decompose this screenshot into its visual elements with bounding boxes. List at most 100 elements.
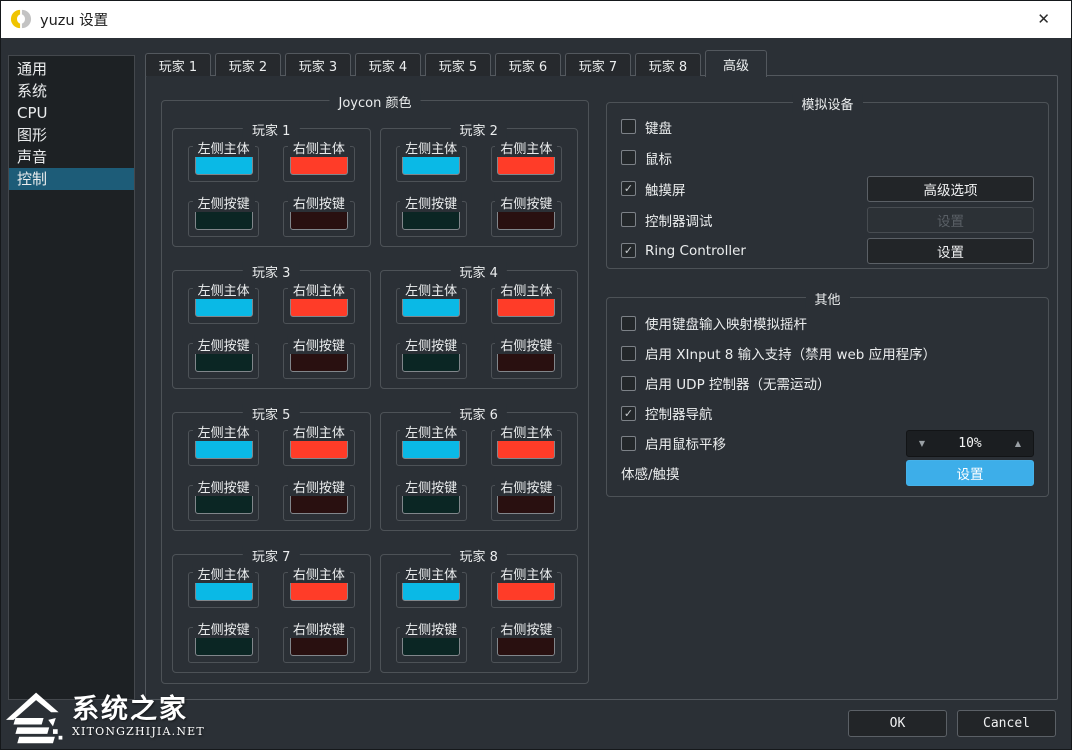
tab-player-7[interactable]: 玩家 7 bbox=[565, 53, 631, 76]
udp-controller-checkbox-label[interactable]: 启用 UDP 控制器（无需运动） bbox=[645, 373, 831, 393]
swatch-group-right-body: 右侧主体 bbox=[491, 572, 562, 608]
player-group-title-1: 玩家 1 bbox=[243, 120, 299, 139]
devices-row-mouse: 鼠标 bbox=[621, 142, 1034, 173]
emulate-analog-with-keyboard-checkbox[interactable] bbox=[621, 316, 636, 331]
controller-debug-checkbox[interactable] bbox=[621, 212, 636, 227]
sidebar-item-general[interactable]: 通用 bbox=[9, 58, 134, 80]
ring-controller-settings-button[interactable]: 设置 bbox=[867, 238, 1034, 264]
player-group-title-5: 玩家 5 bbox=[243, 404, 299, 423]
spin-down-icon[interactable]: ▼ bbox=[907, 439, 937, 448]
tab-player-2[interactable]: 玩家 2 bbox=[215, 53, 281, 76]
player-group-title-3: 玩家 3 bbox=[243, 262, 299, 281]
joycon-colors-group: Joycon 颜色 玩家 1左侧主体右侧主体左侧按键右侧按键玩家 2左侧主体右侧… bbox=[161, 100, 589, 684]
player-group-3: 玩家 3左侧主体右侧主体左侧按键右侧按键 bbox=[172, 270, 371, 389]
tab-player-8[interactable]: 玩家 8 bbox=[635, 53, 701, 76]
cancel-button[interactable]: Cancel bbox=[957, 710, 1056, 737]
swatch-label-left-body: 左侧主体 bbox=[400, 422, 462, 441]
other-row-motion-touch: 体感/触摸 设置 bbox=[621, 458, 1034, 488]
mouse-panning-checkbox-label[interactable]: 启用鼠标平移 bbox=[645, 433, 726, 453]
swatch-label-left-buttons: 左侧按键 bbox=[193, 193, 255, 212]
spin-up-icon[interactable]: ▲ bbox=[1003, 439, 1033, 448]
swatch-label-right-body: 右侧主体 bbox=[495, 422, 557, 441]
ring-controller-checkbox-label[interactable]: Ring Controller bbox=[645, 243, 746, 259]
emulate-analog-with-keyboard-checkbox-label[interactable]: 使用键盘输入映射模拟摇杆 bbox=[645, 313, 807, 333]
xinput8-checkbox[interactable] bbox=[621, 346, 636, 361]
player-group-2: 玩家 2左侧主体右侧主体左侧按键右侧按键 bbox=[380, 128, 579, 247]
swatch-group-left-buttons: 左侧按键 bbox=[188, 627, 259, 663]
player-group-8: 玩家 8左侧主体右侧主体左侧按键右侧按键 bbox=[380, 554, 579, 673]
swatch-group-left-buttons: 左侧按键 bbox=[188, 485, 259, 521]
swatch-group-left-body: 左侧主体 bbox=[396, 288, 467, 324]
swatch-label-left-buttons: 左侧按键 bbox=[193, 619, 255, 638]
devices-row-touchscreen: ✓ 触摸屏 高级选项 bbox=[621, 173, 1034, 204]
tab-player-1[interactable]: 玩家 1 bbox=[145, 53, 211, 76]
touchscreen-checkbox[interactable]: ✓ bbox=[621, 181, 636, 196]
sidebar-item-controls[interactable]: 控制 bbox=[9, 168, 134, 190]
sidebar-item-cpu[interactable]: CPU bbox=[9, 102, 134, 124]
watermark-title: 系统之家 bbox=[72, 696, 205, 724]
swatch-label-left-buttons: 左侧按键 bbox=[193, 335, 255, 354]
player-group-title-6: 玩家 6 bbox=[451, 404, 507, 423]
ok-button[interactable]: OK bbox=[848, 710, 947, 737]
swatch-group-right-body: 右侧主体 bbox=[491, 146, 562, 182]
swatch-label-right-body: 右侧主体 bbox=[288, 564, 350, 583]
other-options-rows: 使用键盘输入映射模拟摇杆启用 XInput 8 输入支持（禁用 web 应用程序… bbox=[607, 298, 1048, 488]
other-row-controller-navigation: ✓ 控制器导航 bbox=[621, 398, 1034, 428]
swatch-label-left-body: 左侧主体 bbox=[400, 280, 462, 299]
sidebar-item-system[interactable]: 系统 bbox=[9, 80, 134, 102]
swatch-group-right-body: 右侧主体 bbox=[491, 430, 562, 466]
swatch-group-left-body: 左侧主体 bbox=[188, 572, 259, 608]
swatch-group-right-body: 右侧主体 bbox=[283, 146, 354, 182]
watermark-text: 系统之家 XITONGZHIJIA.NET bbox=[72, 696, 205, 738]
swatch-label-right-body: 右侧主体 bbox=[288, 422, 350, 441]
other-options-group-title: 其他 bbox=[805, 289, 849, 308]
tab-player-3[interactable]: 玩家 3 bbox=[285, 53, 351, 76]
tab-player-6[interactable]: 玩家 6 bbox=[495, 53, 561, 76]
keyboard-checkbox-label[interactable]: 键盘 bbox=[645, 117, 672, 137]
touchscreen-checkbox-label[interactable]: 触摸屏 bbox=[645, 179, 686, 199]
controller-debug-checkbox-label[interactable]: 控制器调试 bbox=[645, 210, 713, 230]
swatch-group-left-body: 左侧主体 bbox=[188, 146, 259, 182]
window-title: yuzu 设置 bbox=[40, 9, 108, 30]
devices-row-ring-controller: ✓ Ring Controller 设置 bbox=[621, 235, 1034, 266]
touchscreen-advanced-button[interactable]: 高级选项 bbox=[867, 176, 1034, 202]
player-group-title-7: 玩家 7 bbox=[243, 546, 299, 565]
udp-controller-checkbox[interactable] bbox=[621, 376, 636, 391]
swatch-group-left-buttons: 左侧按键 bbox=[188, 343, 259, 379]
swatch-group-left-buttons: 左侧按键 bbox=[188, 201, 259, 237]
emulated-devices-group: 模拟设备 键盘鼠标✓触摸屏高级选项控制器调试设置✓Ring Controller… bbox=[606, 102, 1049, 269]
tab-advanced[interactable]: 高级 bbox=[705, 50, 767, 77]
yuzu-logo-icon bbox=[10, 8, 32, 30]
keyboard-checkbox[interactable] bbox=[621, 119, 636, 134]
swatch-label-right-body: 右侧主体 bbox=[288, 280, 350, 299]
mouse-checkbox-label[interactable]: 鼠标 bbox=[645, 148, 672, 168]
tab-player-5[interactable]: 玩家 5 bbox=[425, 53, 491, 76]
mouse-panning-checkbox[interactable] bbox=[621, 436, 636, 451]
swatch-group-left-buttons: 左侧按键 bbox=[396, 343, 467, 379]
swatch-label-left-body: 左侧主体 bbox=[193, 422, 255, 441]
other-row-udp-controller: 启用 UDP 控制器（无需运动） bbox=[621, 368, 1034, 398]
tab-content-pane: Joycon 颜色 玩家 1左侧主体右侧主体左侧按键右侧按键玩家 2左侧主体右侧… bbox=[145, 75, 1058, 700]
xinput8-checkbox-label[interactable]: 启用 XInput 8 输入支持（禁用 web 应用程序） bbox=[645, 343, 936, 363]
ring-controller-checkbox[interactable]: ✓ bbox=[621, 243, 636, 258]
controller-navigation-checkbox[interactable]: ✓ bbox=[621, 406, 636, 421]
swatch-group-right-buttons: 右侧按键 bbox=[283, 485, 354, 521]
controller-debug-settings-button[interactable]: 设置 bbox=[867, 207, 1034, 233]
sidebar-item-audio[interactable]: 声音 bbox=[9, 146, 134, 168]
close-icon[interactable]: ✕ bbox=[1029, 8, 1058, 31]
player-color-grid: 玩家 1左侧主体右侧主体左侧按键右侧按键玩家 2左侧主体右侧主体左侧按键右侧按键… bbox=[162, 101, 588, 673]
player-group-6: 玩家 6左侧主体右侧主体左侧按键右侧按键 bbox=[380, 412, 579, 531]
mouse-panning-spinbox[interactable]: ▼10%▲ bbox=[906, 430, 1034, 457]
sidebar-item-graphics[interactable]: 图形 bbox=[9, 124, 134, 146]
motion-touch-settings-button[interactable]: 设置 bbox=[906, 460, 1034, 486]
controller-navigation-checkbox-label[interactable]: 控制器导航 bbox=[645, 403, 713, 423]
player-group-1: 玩家 1左侧主体右侧主体左侧按键右侧按键 bbox=[172, 128, 371, 247]
swatch-group-left-buttons: 左侧按键 bbox=[396, 201, 467, 237]
player-group-title-2: 玩家 2 bbox=[451, 120, 507, 139]
player-group-title-8: 玩家 8 bbox=[451, 546, 507, 565]
swatch-label-left-body: 左侧主体 bbox=[193, 280, 255, 299]
motion-touch-label: 体感/触摸 bbox=[621, 463, 680, 483]
tab-player-4[interactable]: 玩家 4 bbox=[355, 53, 421, 76]
mouse-panning-spinbox-value: 10% bbox=[937, 436, 1003, 451]
mouse-checkbox[interactable] bbox=[621, 150, 636, 165]
